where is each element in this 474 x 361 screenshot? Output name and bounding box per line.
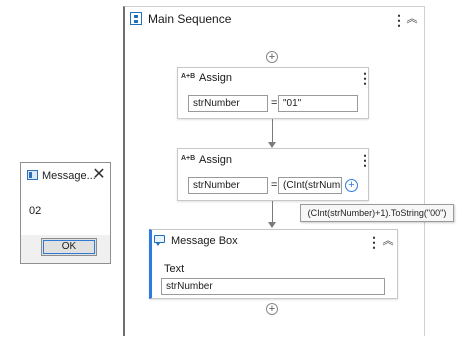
assign-title: Assign [199, 154, 233, 166]
assign-to-field[interactable]: strNumber [188, 177, 268, 194]
dialog-body: 02 [21, 189, 110, 235]
message-app-icon [27, 170, 38, 180]
assign-value-field[interactable]: "01" [278, 95, 358, 112]
sequence-icon [130, 12, 142, 25]
assign-icon: A+B [181, 73, 196, 80]
connector-line [272, 201, 273, 223]
assign-more-icon[interactable]: ⋮ [358, 152, 372, 168]
message-dialog: Message... ✕ 02 OK [20, 162, 111, 264]
add-activity-icon[interactable]: + [266, 51, 278, 63]
assign-more-icon[interactable]: ⋮ [358, 70, 372, 86]
add-activity-icon[interactable]: + [266, 303, 278, 315]
assign-equals: = [271, 97, 278, 109]
expression-tooltip: (CInt(strNumber)+1).ToString("00") [300, 204, 454, 222]
dialog-caption: Message... [42, 170, 96, 182]
sequence-title: Main Sequence [148, 12, 232, 26]
dialog-message: 02 [29, 205, 42, 217]
assign-to-field[interactable]: strNumber [188, 95, 268, 112]
assign-icon: A+B [181, 155, 196, 162]
message-box-icon [154, 235, 165, 246]
ok-button[interactable]: OK [41, 238, 97, 256]
message-box-collapse-icon[interactable]: ︽ [382, 234, 394, 248]
sequence-collapse-icon[interactable]: ︽ [406, 12, 418, 26]
text-property-label: Text [164, 263, 185, 275]
message-box-more-icon[interactable]: ⋮ [367, 234, 381, 250]
close-icon[interactable]: ✕ [91, 166, 107, 184]
connector-arrow [268, 222, 276, 228]
sequence-more-icon[interactable]: ⋮ [392, 12, 406, 28]
text-property-field[interactable]: strNumber [161, 278, 385, 295]
assign-equals: = [271, 179, 278, 191]
assign-title: Assign [199, 72, 233, 84]
message-box-title: Message Box [171, 235, 238, 247]
dialog-titlebar[interactable]: Message... ✕ [21, 163, 110, 189]
assign-value-field[interactable]: (CInt(strNumbe [278, 177, 342, 194]
expression-editor-icon[interactable]: + [345, 179, 358, 192]
connector-line [272, 119, 273, 143]
